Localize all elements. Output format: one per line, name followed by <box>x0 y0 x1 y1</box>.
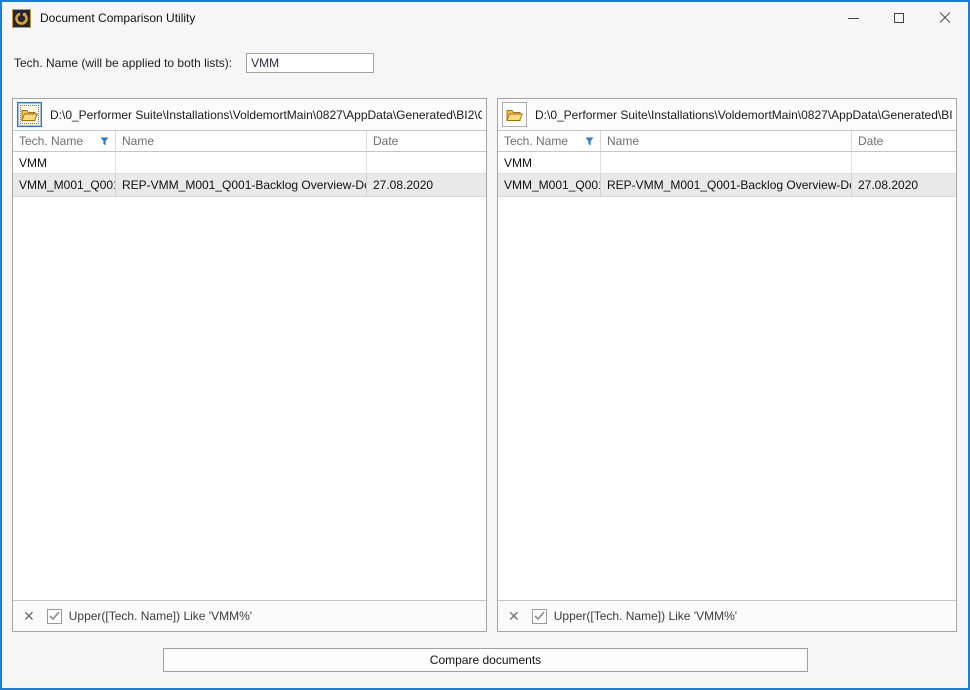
tech-name-input[interactable] <box>246 53 374 73</box>
left-document-panel: D:\0_Performer Suite\Installations\Volde… <box>12 98 487 632</box>
right-grid-header: Tech. Name Name Date <box>498 130 956 152</box>
check-icon <box>49 611 60 621</box>
compare-documents-button[interactable]: Compare documents <box>163 648 808 672</box>
maximize-button[interactable] <box>876 2 922 34</box>
cell-tech-name[interactable]: VMM_M001_Q001 <box>13 174 116 197</box>
open-folder-icon <box>21 108 38 122</box>
column-header-label: Date <box>373 134 398 148</box>
filter-funnel-icon[interactable] <box>96 137 109 146</box>
left-filter-cell-tech-name[interactable]: VMM <box>13 152 116 174</box>
minimize-button[interactable] <box>830 2 876 34</box>
left-grid-empty-area <box>13 197 486 600</box>
column-header-label: Tech. Name <box>504 134 568 148</box>
right-browse-folder-button[interactable] <box>502 102 527 127</box>
right-grid: Tech. Name Name Date VMM <box>498 130 956 631</box>
filter-funnel-icon[interactable] <box>581 137 594 146</box>
left-filter-expression[interactable]: Upper([Tech. Name]) Like 'VMM%' <box>69 609 252 623</box>
right-column-header-name[interactable]: Name <box>601 131 852 151</box>
column-header-label: Name <box>122 134 154 148</box>
left-grid-header: Tech. Name Name Date <box>13 130 486 152</box>
clear-filter-icon[interactable]: ✕ <box>23 609 35 623</box>
right-filter-row: VMM <box>498 152 956 174</box>
right-grid-empty-area <box>498 197 956 600</box>
left-grid: Tech. Name Name Date VMM <box>13 130 486 631</box>
table-row[interactable]: VMM_M001_Q001 REP-VMM_M001_Q001-Backlog … <box>13 174 486 197</box>
left-folder-path: D:\0_Performer Suite\Installations\Volde… <box>50 108 482 122</box>
window-controls <box>830 2 968 34</box>
left-filter-cell-name[interactable] <box>116 152 367 174</box>
app-icon <box>12 9 31 28</box>
left-column-header-date[interactable]: Date <box>367 131 486 151</box>
left-column-header-tech-name[interactable]: Tech. Name <box>13 131 116 151</box>
left-filter-row: VMM <box>13 152 486 174</box>
column-header-label: Date <box>858 134 883 148</box>
right-column-header-date[interactable]: Date <box>852 131 956 151</box>
close-button[interactable] <box>922 2 968 34</box>
check-icon <box>534 611 545 621</box>
tech-name-form: Tech. Name (will be applied to both list… <box>14 46 374 80</box>
open-folder-icon <box>506 108 523 122</box>
clear-filter-icon[interactable]: ✕ <box>508 609 520 623</box>
right-document-panel: D:\0_Performer Suite\Installations\Volde… <box>497 98 957 632</box>
right-filter-expression[interactable]: Upper([Tech. Name]) Like 'VMM%' <box>554 609 737 623</box>
minimize-icon <box>848 18 859 19</box>
cell-date[interactable]: 27.08.2020 <box>852 174 956 197</box>
cell-date[interactable]: 27.08.2020 <box>367 174 486 197</box>
right-column-header-tech-name[interactable]: Tech. Name <box>498 131 601 151</box>
cell-tech-name[interactable]: VMM_M001_Q001 <box>498 174 601 197</box>
left-column-header-name[interactable]: Name <box>116 131 367 151</box>
right-filter-checkbox[interactable] <box>532 609 547 624</box>
maximize-icon <box>894 13 904 23</box>
column-header-label: Name <box>607 134 639 148</box>
right-filter-cell-tech-name[interactable]: VMM <box>498 152 601 174</box>
left-filter-checkbox[interactable] <box>47 609 62 624</box>
column-header-label: Tech. Name <box>19 134 83 148</box>
left-browse-folder-button[interactable] <box>17 102 42 127</box>
right-filter-cell-name[interactable] <box>601 152 852 174</box>
right-folder-path: D:\0_Performer Suite\Installations\Volde… <box>535 108 952 122</box>
title-bar: Document Comparison Utility <box>2 2 968 34</box>
right-filter-cell-date[interactable] <box>852 152 956 174</box>
left-filter-cell-date[interactable] <box>367 152 486 174</box>
cell-name[interactable]: REP-VMM_M001_Q001-Backlog Overview-Doc_E… <box>601 174 852 197</box>
left-filter-bar: ✕ Upper([Tech. Name]) Like 'VMM%' <box>13 600 486 631</box>
right-filter-bar: ✕ Upper([Tech. Name]) Like 'VMM%' <box>498 600 956 631</box>
panels-container: D:\0_Performer Suite\Installations\Volde… <box>12 98 957 632</box>
table-row[interactable]: VMM_M001_Q001 REP-VMM_M001_Q001-Backlog … <box>498 174 956 197</box>
window-title: Document Comparison Utility <box>40 11 195 25</box>
tech-name-label: Tech. Name (will be applied to both list… <box>14 56 232 70</box>
close-icon <box>939 12 951 24</box>
left-panel-toolbar: D:\0_Performer Suite\Installations\Volde… <box>13 99 486 130</box>
right-panel-toolbar: D:\0_Performer Suite\Installations\Volde… <box>498 99 956 130</box>
app-window: Document Comparison Utility Tech. Name (… <box>0 0 970 690</box>
cell-name[interactable]: REP-VMM_M001_Q001-Backlog Overview-Doc_E… <box>116 174 367 197</box>
